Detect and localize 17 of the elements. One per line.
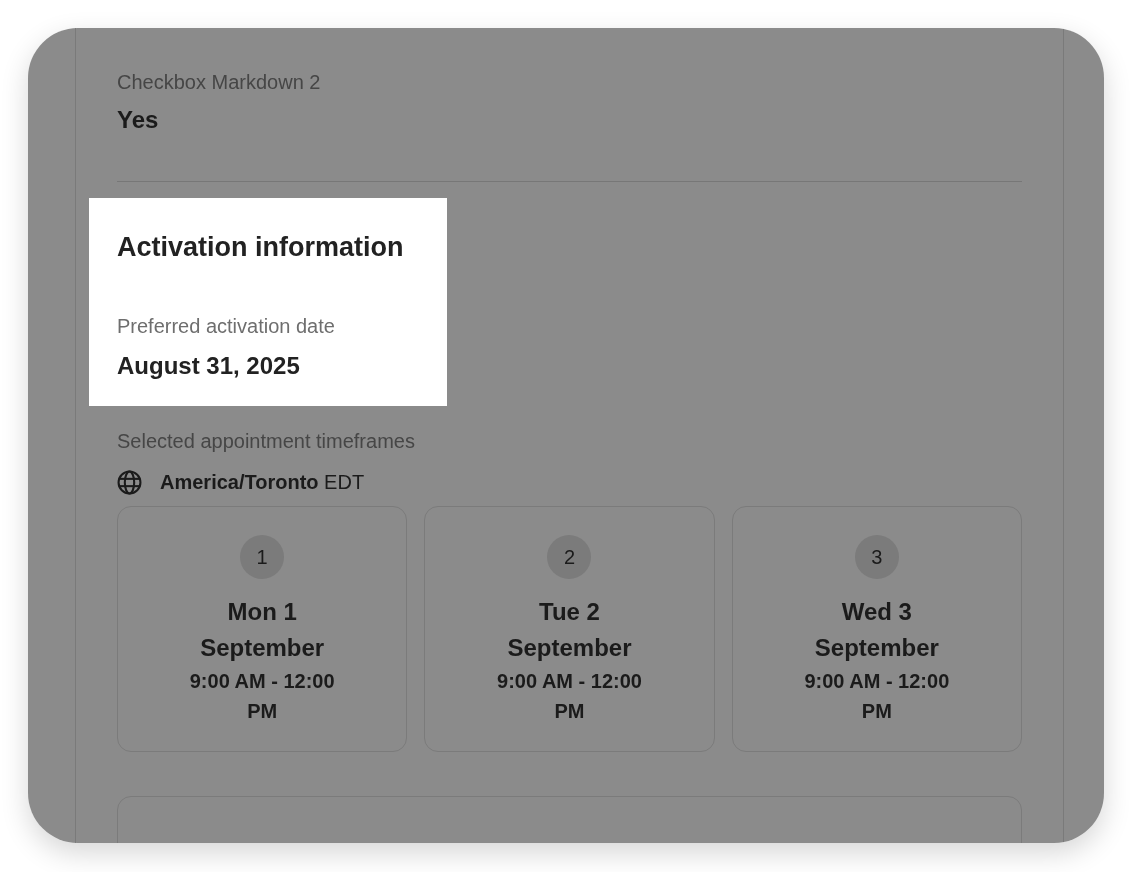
field-label: Checkbox Markdown 2 bbox=[117, 70, 322, 95]
slot-time: 9:00 AM - 12:00 PM bbox=[496, 669, 643, 724]
number-badge: 2 bbox=[547, 535, 592, 579]
field-label: Selected appointment timeframes bbox=[117, 429, 416, 454]
slot-date: Tue 2 September bbox=[506, 597, 633, 663]
field-label: Preferred activation date bbox=[117, 314, 336, 339]
slot-time: 9:00 AM - 12:00 PM bbox=[188, 669, 336, 724]
number-badge: 3 bbox=[854, 535, 899, 579]
slot-time: 9:00 AM - 12:00 PM bbox=[803, 669, 951, 724]
slot-date: Wed 3 September bbox=[813, 597, 940, 663]
slot-date: Mon 1 September bbox=[199, 597, 326, 663]
section-title: Activation information bbox=[117, 231, 404, 264]
number-badge: 1 bbox=[240, 535, 285, 579]
field-value: August 31, 2025 bbox=[117, 351, 301, 381]
globe-icon bbox=[117, 469, 142, 495]
field-value: Yes bbox=[117, 105, 160, 135]
timezone-text: America/Toronto EDT bbox=[160, 470, 365, 495]
